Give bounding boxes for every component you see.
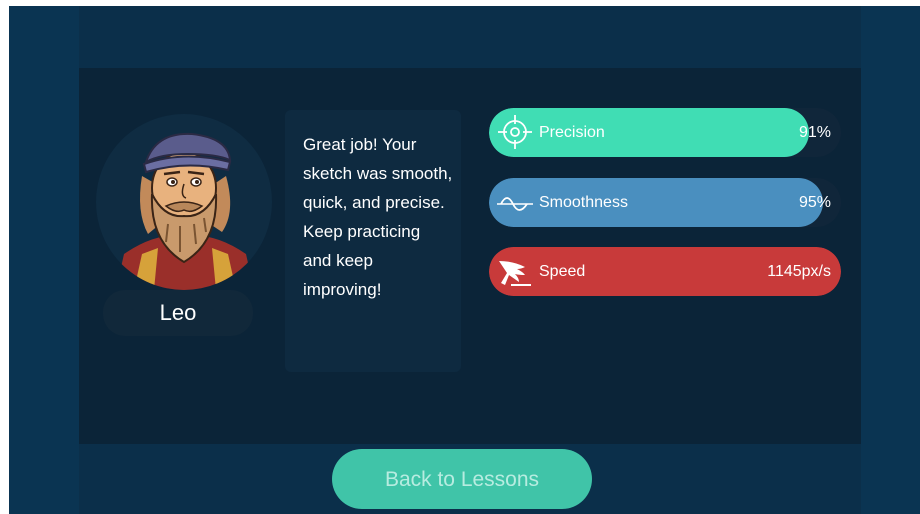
top-panel — [79, 6, 861, 68]
avatar — [96, 114, 272, 290]
character-name: Leo — [103, 290, 253, 336]
wave-icon — [497, 197, 533, 211]
stat-fill — [489, 108, 810, 157]
back-to-lessons-button[interactable]: Back to Lessons — [332, 449, 592, 509]
stat-label: Smoothness — [539, 194, 628, 211]
stat-speed: Speed 1145px/s — [489, 247, 841, 296]
feedback-bubble: Great job! Your sketch was smooth, quick… — [285, 110, 461, 372]
stat-value: 91% — [798, 124, 831, 141]
stat-label: Precision — [539, 124, 605, 141]
stat-label: Speed — [539, 263, 586, 280]
stat-precision: Precision 91% — [489, 108, 841, 157]
wing-icon — [499, 261, 531, 286]
crosshair-icon — [498, 115, 532, 149]
stat-value: 95% — [798, 194, 831, 211]
results-screen: Leo Great job! Your sketch was smooth, q… — [9, 6, 920, 514]
results-card: Leo Great job! Your sketch was smooth, q… — [79, 68, 861, 444]
feedback-message: Great job! Your sketch was smooth, quick… — [303, 135, 453, 299]
stat-value: 1145px/s — [767, 263, 831, 280]
leo-portrait-icon — [116, 132, 254, 290]
stat-smoothness: Smoothness 95% — [489, 178, 841, 227]
